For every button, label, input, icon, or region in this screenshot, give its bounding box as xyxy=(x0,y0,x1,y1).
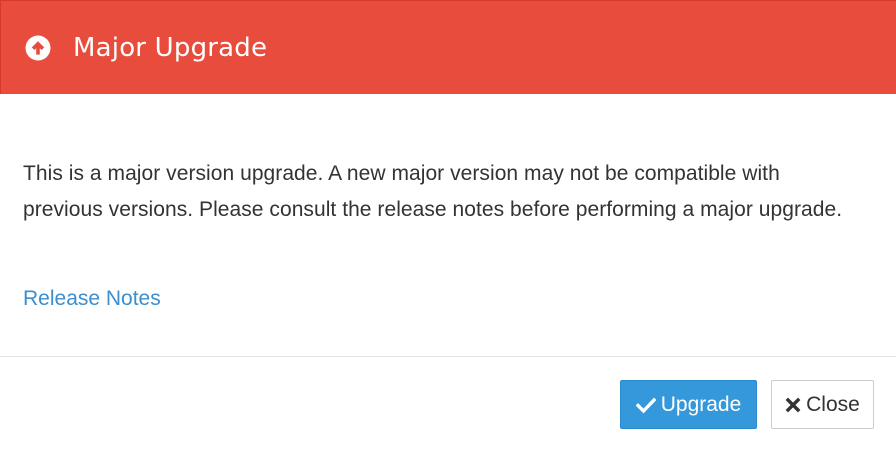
dialog-title: Major Upgrade xyxy=(73,33,268,63)
major-upgrade-dialog: Major Upgrade This is a major version up… xyxy=(0,0,896,452)
upgrade-button[interactable]: Upgrade xyxy=(620,380,757,429)
close-button-label: Close xyxy=(806,392,860,416)
footer-divider xyxy=(0,356,896,357)
times-icon xyxy=(785,397,801,412)
upgrade-button-label: Upgrade xyxy=(660,392,742,416)
check-icon xyxy=(635,397,656,413)
close-button[interactable]: Close xyxy=(771,380,874,429)
upgrade-message: This is a major version upgrade. A new m… xyxy=(23,162,843,221)
release-notes-link[interactable]: Release Notes xyxy=(23,283,161,315)
dialog-body: This is a major version upgrade. A new m… xyxy=(23,156,853,227)
arrow-circle-up-icon xyxy=(25,35,51,61)
dialog-header: Major Upgrade xyxy=(0,0,896,94)
